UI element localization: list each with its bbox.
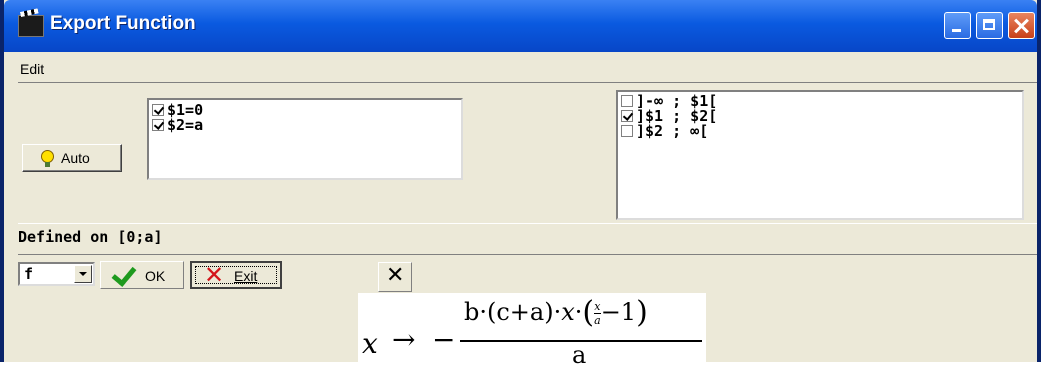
- ok-button[interactable]: OK: [100, 261, 184, 289]
- export-function-window: Export Function Edit Auto $1=0 $2=a ]-∞ …: [0, 0, 1041, 369]
- chevron-down-icon[interactable]: [74, 265, 92, 283]
- minimize-button[interactable]: [944, 12, 971, 39]
- list-item-label: ]$2 ; ∞[: [636, 122, 709, 140]
- red-x-icon: ✕: [204, 261, 225, 289]
- checkbox[interactable]: [621, 95, 633, 107]
- formula-sign: −: [432, 323, 456, 356]
- window-title: Export Function: [50, 13, 196, 34]
- exit-button-label: Exit: [234, 268, 258, 284]
- lightbulb-icon: [41, 150, 54, 167]
- formula-arrow: →: [392, 323, 416, 356]
- checkbox[interactable]: [621, 125, 633, 137]
- inner-tail: −1: [600, 298, 637, 326]
- domain-status-bar: Defined on [0;a]: [18, 222, 1037, 255]
- checkbox[interactable]: [152, 119, 164, 131]
- open-paren: (: [582, 295, 595, 330]
- formula-variable: x: [362, 327, 378, 360]
- numerator-prefix: b·(c+a)·: [464, 298, 562, 326]
- formula-denominator: a: [572, 341, 587, 369]
- list-item[interactable]: ]$2 ; ∞[: [621, 124, 708, 139]
- formula-display: x → − b·(c+a)·x·(x a−1) a: [358, 293, 706, 369]
- inner-frac-num: x: [594, 300, 601, 313]
- numerator-var: x: [561, 298, 575, 326]
- menu-edit[interactable]: Edit: [20, 61, 44, 77]
- formula-numerator: b·(c+a)·x·(x a−1): [464, 295, 648, 330]
- menu-bar: Edit: [4, 52, 1037, 82]
- maximize-button[interactable]: [976, 12, 1003, 39]
- auto-button-label: Auto: [61, 150, 90, 166]
- defined-on-text: Defined on [0;a]: [18, 228, 163, 246]
- checkbox[interactable]: [621, 110, 633, 122]
- title-bar[interactable]: Export Function: [4, 0, 1037, 52]
- auto-button[interactable]: Auto: [22, 144, 122, 172]
- checkbox[interactable]: [152, 104, 164, 116]
- bounds-list[interactable]: $1=0 $2=a: [147, 98, 463, 180]
- list-item[interactable]: $2=a: [152, 118, 203, 133]
- close-button[interactable]: [1008, 12, 1035, 39]
- close-icon: ✕: [386, 263, 405, 288]
- function-select-value: f: [24, 265, 34, 283]
- close-paren: ): [636, 295, 648, 330]
- clapperboard-icon: [18, 15, 44, 37]
- interval-list[interactable]: ]-∞ ; $1[ ]$1 ; $2[ ]$2 ; ∞[: [616, 90, 1024, 220]
- list-item-label: $2=a: [167, 116, 204, 134]
- clear-button[interactable]: ✕: [378, 262, 412, 292]
- function-select[interactable]: f: [18, 262, 95, 286]
- checkmark-icon: [111, 261, 137, 287]
- ok-button-label: OK: [145, 268, 166, 284]
- exit-button[interactable]: ✕ Exit: [190, 261, 282, 289]
